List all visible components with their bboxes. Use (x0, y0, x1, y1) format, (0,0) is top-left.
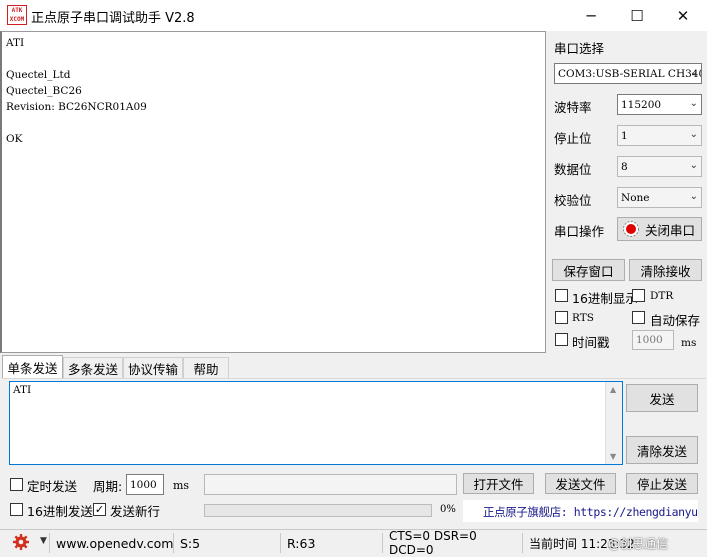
baud-select-value: 115200 (621, 98, 662, 111)
rts-label: RTS (572, 312, 594, 324)
promo-text[interactable]: 正点原子旗舰店: https://zhengdianyu (483, 504, 698, 520)
checkmark-icon: ✓ (94, 503, 105, 516)
baud-select[interactable]: 115200 ⌄ (617, 94, 702, 115)
data-bits-value: 8 (621, 160, 628, 173)
close-port-label: 关闭串口 (645, 222, 696, 238)
tab-protocol[interactable]: 协议传输 (123, 357, 183, 378)
title-bar[interactable]: ATK XCOM 正点原子串口调试助手 V2.8 ─ ☐ ✕ (0, 0, 707, 31)
send-newline-checkbox[interactable]: ✓ (93, 503, 106, 516)
website-link[interactable]: www.openedv.com (50, 532, 173, 554)
status-bar: ▼ www.openedv.com S:5 R:63 CTS=0 DSR=0 D… (0, 529, 707, 557)
send-text: ATI (13, 384, 32, 396)
chevron-down-icon: ⌄ (689, 129, 698, 140)
port-select-label: 串口选择 (554, 41, 605, 56)
receive-line: Revision: BC26NCR01A09 (6, 101, 147, 113)
stop-bits-value: 1 (621, 129, 628, 142)
baud-label: 波特率 (554, 100, 592, 115)
gear-icon[interactable] (12, 533, 30, 554)
send-progress-text: 0% (440, 504, 456, 515)
hex-send-checkbox[interactable] (10, 503, 23, 516)
receive-textarea[interactable]: ATI Quectel_Ltd Quectel_BC26 Revision: B… (0, 31, 546, 353)
timestamp-interval-input[interactable]: 1000 (632, 330, 674, 350)
tab-divider (2, 378, 706, 379)
record-icon (623, 221, 639, 237)
send-newline-label: 发送新行 (110, 504, 161, 519)
stop-bits-select[interactable]: 1 ⌄ (617, 125, 702, 146)
file-path-input[interactable] (204, 474, 457, 495)
maximize-icon[interactable]: ☐ (614, 0, 660, 31)
send-textarea[interactable]: ATI ▲ ▼ (9, 381, 623, 465)
period-input[interactable]: 1000 (126, 474, 164, 495)
tab-single-send[interactable]: 单条发送 (2, 355, 63, 378)
stop-send-button[interactable]: 停止发送 (626, 473, 698, 494)
close-icon[interactable]: ✕ (660, 0, 706, 31)
received-count: R:63 (287, 535, 316, 551)
logo-text-top: ATK (11, 7, 23, 14)
sent-count: S:5 (180, 535, 201, 551)
scroll-up-icon[interactable]: ▲ (610, 385, 616, 394)
tab-help[interactable]: 帮助 (183, 357, 229, 378)
clear-receive-button[interactable]: 清除接收 (629, 259, 702, 281)
send-file-button[interactable]: 发送文件 (545, 473, 616, 494)
dtr-checkbox[interactable] (632, 289, 645, 302)
auto-save-label: 自动保存 (650, 313, 701, 328)
receive-line: Quectel_BC26 (6, 85, 82, 97)
timed-send-checkbox[interactable] (10, 478, 23, 491)
tab-multi-send[interactable]: 多条发送 (63, 357, 123, 378)
period-unit: ms (173, 479, 190, 492)
send-scrollbar[interactable]: ▲ ▼ (605, 382, 622, 464)
parity-value: None (621, 191, 650, 204)
chevron-down-icon: ⌄ (689, 98, 698, 109)
port-select[interactable]: COM3:USB-SERIAL CH340 ⌄ (554, 63, 702, 84)
send-progress-bar (204, 504, 432, 517)
open-file-button[interactable]: 打开文件 (463, 473, 534, 494)
chevron-down-icon: ⌄ (689, 191, 698, 202)
port-op-label: 串口操作 (554, 224, 605, 239)
hex-display-label: 16进制显示 (572, 291, 638, 306)
timestamp-checkbox[interactable] (555, 333, 568, 346)
auto-save-checkbox[interactable] (632, 311, 645, 324)
dtr-label: DTR (650, 290, 674, 302)
data-bits-select[interactable]: 8 ⌄ (617, 156, 702, 177)
chevron-down-icon: ⌄ (689, 67, 698, 78)
settings-dropdown-icon[interactable]: ▼ (40, 536, 47, 546)
window-title: 正点原子串口调试助手 V2.8 (31, 11, 195, 26)
receive-line: ATI (6, 37, 25, 49)
app-logo: ATK XCOM (7, 5, 27, 25)
period-value: 1000 (130, 478, 157, 491)
rts-checkbox[interactable] (555, 311, 568, 324)
stop-bits-label: 停止位 (554, 131, 592, 146)
period-label: 周期: (93, 479, 123, 494)
timestamp-unit: ms (681, 337, 697, 349)
data-bits-label: 数据位 (554, 162, 592, 177)
send-button[interactable]: 发送 (626, 384, 698, 412)
chevron-down-icon: ⌄ (689, 160, 698, 171)
minimize-icon[interactable]: ─ (568, 0, 614, 31)
timestamp-label: 时间戳 (572, 335, 610, 350)
scroll-down-icon[interactable]: ▼ (610, 452, 616, 461)
receive-line: OK (6, 133, 23, 145)
signal-status: CTS=0 DSR=0 DCD=0 (389, 529, 477, 557)
clear-send-button[interactable]: 清除发送 (626, 436, 698, 464)
close-port-button[interactable]: 关闭串口 (617, 217, 702, 241)
hex-send-label: 16进制发送 (27, 504, 93, 519)
save-window-button[interactable]: 保存窗口 (552, 259, 625, 281)
promo-banner[interactable]: 正点原子旗舰店: https://zhengdianyu (463, 500, 698, 522)
timestamp-interval-value: 1000 (636, 334, 663, 346)
parity-label: 校验位 (554, 193, 592, 208)
hex-display-checkbox[interactable] (555, 289, 568, 302)
watermark: @创思通信 (608, 537, 669, 551)
timed-send-label: 定时发送 (27, 479, 78, 494)
parity-select[interactable]: None ⌄ (617, 187, 702, 208)
port-select-value: COM3:USB-SERIAL CH340 (558, 67, 702, 80)
receive-line: Quectel_Ltd (6, 69, 71, 81)
logo-text-bottom: XCOM (9, 16, 25, 23)
